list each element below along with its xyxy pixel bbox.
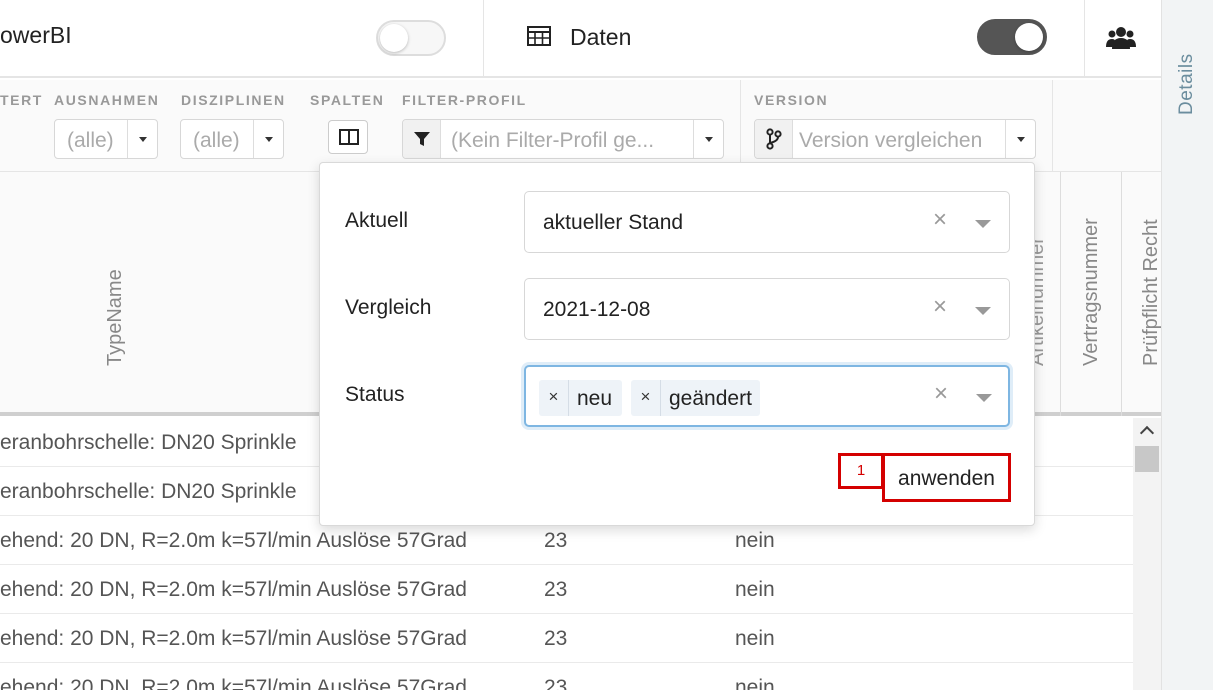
status-label: Status: [345, 383, 405, 406]
status-tag: × neu: [539, 380, 622, 416]
app-title: owerBI: [0, 22, 72, 48]
status-select[interactable]: × neu × geändert ×: [524, 365, 1010, 427]
filter-label-spalten: SPALTEN: [310, 92, 385, 108]
version-placeholder: Version vergleichen: [799, 129, 983, 152]
column-divider: [1121, 172, 1122, 416]
vergleich-label: Vergleich: [345, 296, 432, 319]
vergleich-value: 2021-12-08: [543, 298, 651, 321]
filter-profil-placeholder: (Kein Filter-Profil ge...: [451, 129, 655, 152]
cell-number: 23: [544, 676, 568, 690]
filter-label-version: VERSION: [754, 92, 829, 108]
status-tag: × geändert: [631, 380, 760, 416]
filter-toolbar: TERT AUSNAHMEN DISZIPLINEN SPALTEN FILTE…: [0, 80, 1161, 172]
scroll-up-icon[interactable]: [1139, 425, 1155, 441]
select-value: (alle): [193, 129, 240, 152]
aktuell-select[interactable]: aktueller Stand ×: [524, 191, 1010, 253]
cell-flag: nein: [735, 676, 775, 690]
chevron-down-icon[interactable]: [975, 307, 991, 315]
cell-flag: nein: [735, 578, 775, 601]
table-row[interactable]: ehend: 20 DN, R=2.0m k=57l/min Auslöse 5…: [0, 565, 1133, 614]
filter-icon: [414, 132, 430, 146]
cell-typename: ehend: 20 DN, R=2.0m k=57l/min Auslöse 5…: [0, 578, 467, 601]
table-icon: [527, 26, 551, 46]
top-bar: owerBI Daten: [0, 0, 1161, 78]
disziplinen-select[interactable]: (alle): [180, 119, 284, 159]
caret-down-icon[interactable]: [693, 120, 723, 158]
chevron-down-icon[interactable]: [976, 394, 992, 402]
column-header-pruefpflicht[interactable]: Prüfpflicht Recht: [1140, 219, 1163, 366]
aktuell-value: aktueller Stand: [543, 211, 684, 234]
apply-button[interactable]: anwenden: [882, 453, 1011, 502]
filter-label-disziplinen: DISZIPLINEN: [181, 92, 286, 108]
column-header-vertragsnummer[interactable]: Vertragsnummer: [1080, 218, 1103, 366]
remove-tag-icon[interactable]: ×: [539, 380, 569, 416]
divider: [1052, 80, 1053, 172]
vertical-scrollbar[interactable]: [1133, 418, 1161, 690]
divider: [483, 0, 484, 78]
toggle-knob: [1015, 23, 1043, 51]
cell-number: 23: [544, 578, 568, 601]
clear-icon[interactable]: ×: [933, 206, 947, 234]
version-prefix: [755, 120, 793, 158]
cell-typename: eranbohrschelle: DN20 Sprinkle: [0, 480, 297, 503]
table-row[interactable]: ehend: 20 DN, R=2.0m k=57l/min Auslöse 5…: [0, 663, 1133, 690]
caret-down-icon[interactable]: [253, 120, 283, 158]
filter-label-tert: TERT: [0, 92, 43, 108]
vergleich-select[interactable]: 2021-12-08 ×: [524, 278, 1010, 340]
cell-flag: nein: [735, 627, 775, 650]
status-tag-label: geändert: [669, 387, 752, 410]
cell-typename: ehend: 20 DN, R=2.0m k=57l/min Auslöse 5…: [0, 676, 467, 690]
table-row[interactable]: ehend: 20 DN, R=2.0m k=57l/min Auslöse 5…: [0, 614, 1133, 663]
columns-button[interactable]: [328, 120, 368, 154]
ausnahmen-select[interactable]: (alle): [54, 119, 158, 159]
aktuell-label: Aktuell: [345, 209, 409, 232]
column-divider: [1060, 172, 1061, 416]
daten-label: Daten: [570, 24, 632, 50]
divider: [740, 80, 741, 172]
remove-tag-icon[interactable]: ×: [631, 380, 661, 416]
cell-number: 23: [544, 627, 568, 650]
powerbi-toggle[interactable]: [376, 20, 446, 56]
filter-label-ausnahmen: AUSNAHMEN: [54, 92, 160, 108]
caret-down-icon[interactable]: [127, 120, 157, 158]
select-value: (alle): [67, 129, 114, 152]
column-header-typename[interactable]: TypeName: [104, 269, 127, 366]
cell-typename: ehend: 20 DN, R=2.0m k=57l/min Auslöse 5…: [0, 529, 467, 552]
version-select[interactable]: Version vergleichen: [754, 119, 1036, 159]
cell-typename: ehend: 20 DN, R=2.0m k=57l/min Auslöse 5…: [0, 627, 467, 650]
clear-icon[interactable]: ×: [934, 380, 948, 408]
cell-typename: eranbohrschelle: DN20 Sprinkle: [0, 431, 297, 454]
details-tab[interactable]: Details: [1176, 53, 1198, 115]
cell-flag: nein: [735, 529, 775, 552]
columns-icon: [339, 129, 359, 145]
cell-number: 23: [544, 529, 568, 552]
clear-icon[interactable]: ×: [933, 293, 947, 321]
filter-profil-select[interactable]: (Kein Filter-Profil ge...: [402, 119, 724, 159]
annotation-marker: 1: [838, 453, 884, 489]
annotation-number: 1: [856, 462, 866, 479]
status-tag-label: neu: [577, 387, 613, 410]
users-icon[interactable]: [1106, 25, 1136, 51]
code-branch-icon: [766, 128, 782, 150]
daten-toggle[interactable]: [977, 19, 1047, 55]
caret-down-icon[interactable]: [1005, 120, 1035, 158]
chevron-down-icon[interactable]: [975, 220, 991, 228]
apply-button-label: anwenden: [898, 467, 995, 490]
filter-label-filter-profil: FILTER-PROFIL: [402, 92, 527, 108]
scroll-thumb[interactable]: [1135, 446, 1159, 472]
toggle-knob: [380, 24, 408, 52]
divider: [1084, 0, 1085, 78]
filter-prefix: [403, 120, 441, 158]
